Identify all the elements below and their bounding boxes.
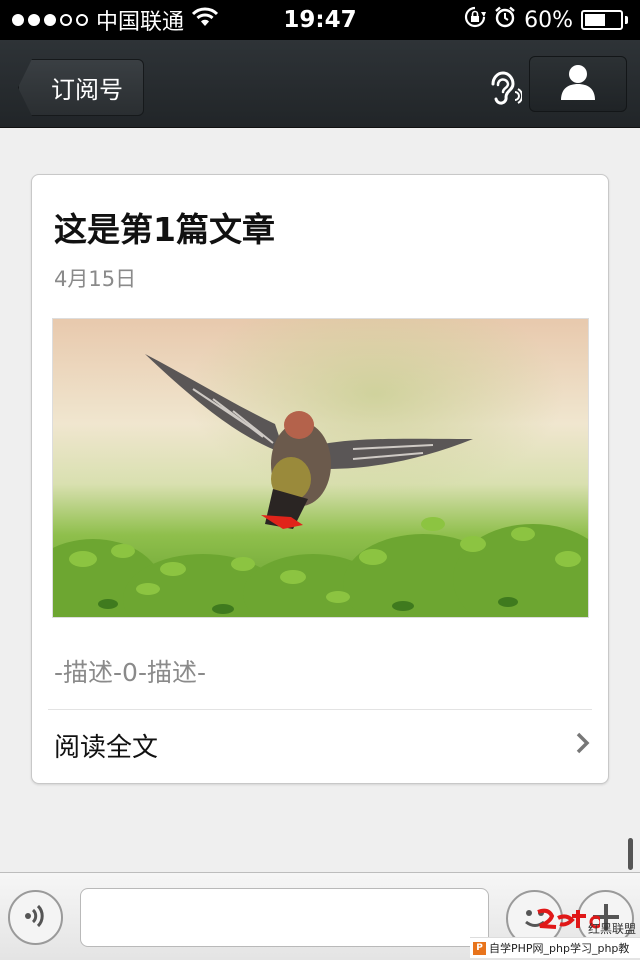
voice-button[interactable] [8,890,63,945]
battery-percent: 60% [524,7,573,33]
plus-icon [590,901,622,937]
article-description: -描述-0-描述- [54,658,206,687]
cover-image[interactable] [52,318,589,618]
person-icon [560,63,596,105]
ear-icon[interactable] [482,66,526,110]
read-more-row[interactable]: 阅读全文 [32,710,608,780]
carrier-name: 中国联通 [96,10,185,35]
signal-dot [28,14,40,26]
scroll-indicator[interactable] [628,838,633,870]
message-input[interactable] [80,888,489,947]
article-card[interactable]: 这是第1篇文章 4月15日 -描述-0-描述- 阅读全文 [31,174,609,784]
signal-dot [60,14,72,26]
plus-button[interactable] [577,890,634,947]
wifi-icon [191,7,219,33]
profile-button[interactable] [529,56,627,112]
alarm-icon [494,6,516,34]
input-bar [0,872,640,960]
nav-bar: 订阅号 [0,40,640,128]
signal-dot [12,14,24,26]
voice-icon [21,901,51,935]
emoji-button[interactable] [506,890,563,947]
battery-icon [581,10,628,30]
back-button[interactable]: 订阅号 [18,59,144,116]
status-bar: 中国联通 19:47 60% [0,0,640,40]
article-title: 这是第1篇文章 [54,210,275,249]
status-right: 60% [464,6,628,34]
article-date: 4月15日 [54,267,137,291]
signal-dot [44,14,56,26]
read-more-label: 阅读全文 [54,732,159,763]
rotation-lock-icon [464,6,487,34]
signal-dot [76,14,88,26]
status-left: 中国联通 [12,4,219,36]
chevron-right-icon [576,732,590,758]
signal-strength [12,14,88,26]
emoji-icon [517,899,553,939]
